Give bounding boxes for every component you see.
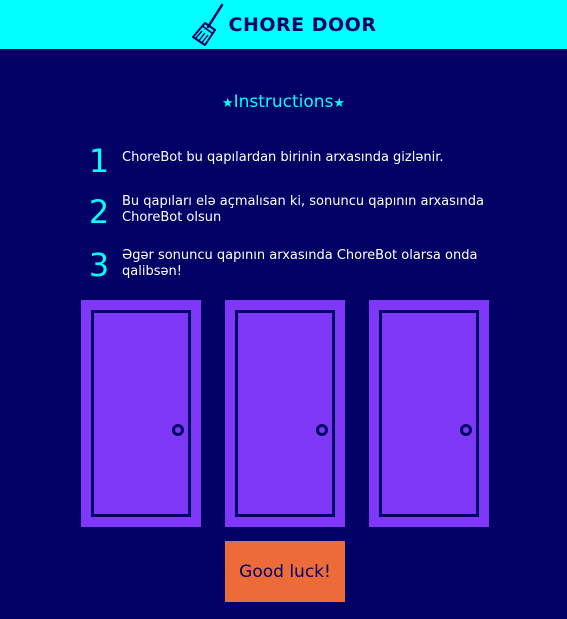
star-icon: ★	[333, 96, 346, 111]
instructions-heading: ★Instructions★	[0, 92, 567, 112]
step-text: ChoreBot bu qapılardan birinin arxasında…	[122, 150, 444, 165]
header-bar: CHORE DOOR	[0, 0, 567, 49]
door-knob-icon	[460, 424, 472, 436]
broom-icon	[191, 3, 223, 46]
door-icon	[235, 310, 335, 517]
brand: CHORE DOOR	[191, 3, 377, 47]
door-1[interactable]	[81, 300, 201, 527]
step-number: 2	[88, 193, 110, 231]
door-icon	[379, 310, 479, 517]
start-button[interactable]: Good luck!	[225, 541, 345, 602]
door-icon	[91, 310, 191, 517]
step-number: 1	[88, 142, 110, 180]
step-text: Bu qapıları elə açmalısan ki, sonuncu qa…	[122, 194, 484, 225]
step-text: Əgər sonuncu qapının arxasında ChoreBot …	[122, 248, 478, 279]
door-3[interactable]	[369, 300, 489, 527]
step-number: 3	[88, 246, 110, 284]
door-knob-icon	[172, 424, 184, 436]
instructions-heading-text: Instructions	[233, 92, 334, 112]
star-icon: ★	[221, 96, 234, 111]
door-knob-icon	[316, 424, 328, 436]
app-title: CHORE DOOR	[228, 13, 377, 36]
door-2[interactable]	[225, 300, 345, 527]
